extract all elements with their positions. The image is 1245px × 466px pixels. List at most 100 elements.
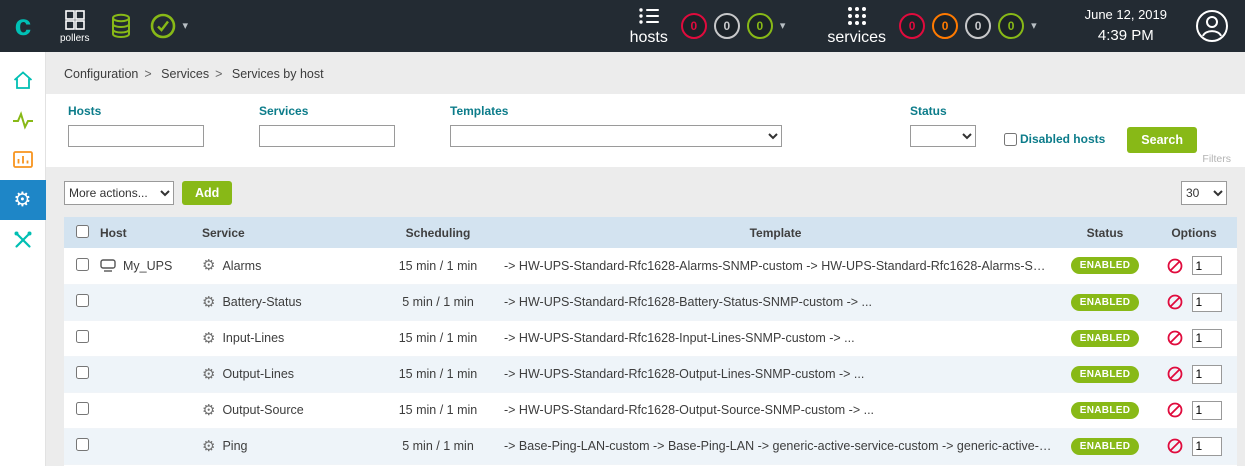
scheduling-value: 15 min / 1 min xyxy=(384,392,492,428)
service-name[interactable]: Input-Lines xyxy=(222,331,284,345)
duplicate-count-input[interactable] xyxy=(1192,256,1222,275)
service-status-badge[interactable]: 0 xyxy=(965,13,991,39)
sidebar-item-monitoring[interactable] xyxy=(0,100,46,140)
services-menu[interactable]: services xyxy=(827,5,886,47)
status-badge: ENABLED xyxy=(1071,366,1139,383)
service-name[interactable]: Battery-Status xyxy=(222,295,301,309)
duplicate-count-input[interactable] xyxy=(1192,329,1222,348)
disable-service-icon[interactable] xyxy=(1167,438,1183,454)
template-chain: -> HW-UPS-Standard-Rfc1628-Battery-Statu… xyxy=(492,284,1059,320)
disable-service-icon[interactable] xyxy=(1167,330,1183,346)
services-filter-label: Services xyxy=(259,104,395,118)
service-name[interactable]: Alarms xyxy=(222,259,261,273)
duplicate-count-input[interactable] xyxy=(1192,401,1222,420)
breadcrumb-separator: > xyxy=(144,67,151,81)
disable-service-icon[interactable] xyxy=(1167,402,1183,418)
row-checkbox[interactable] xyxy=(76,258,89,271)
service-status-badge[interactable]: 0 xyxy=(932,13,958,39)
hosts-filter-input[interactable] xyxy=(68,125,204,147)
sidebar-item-configuration[interactable]: ⚙ xyxy=(0,180,46,220)
services-label: services xyxy=(827,29,886,47)
hosts-filter-label: Hosts xyxy=(68,104,204,118)
scheduling-value: 5 min / 1 min xyxy=(384,284,492,320)
host-status-badge[interactable]: 0 xyxy=(681,13,707,39)
services-table-panel: Host Service Scheduling Template Status … xyxy=(64,217,1237,466)
templates-filter-label: Templates xyxy=(450,104,782,118)
sidebar-item-home[interactable] xyxy=(0,60,46,100)
chevron-down-icon[interactable]: ▾ xyxy=(780,21,786,32)
hosts-menu[interactable]: hosts xyxy=(630,5,668,47)
service-status-badge[interactable]: 0 xyxy=(899,13,925,39)
page-size-select[interactable]: 30 xyxy=(1181,181,1227,205)
sidebar-item-reporting[interactable] xyxy=(0,140,46,180)
duplicate-count-input[interactable] xyxy=(1192,365,1222,384)
hosts-filter-group: Hosts xyxy=(68,104,204,147)
disabled-hosts-checkbox[interactable] xyxy=(1004,133,1017,146)
host-status-badge[interactable]: 0 xyxy=(747,13,773,39)
row-checkbox[interactable] xyxy=(76,438,89,451)
service-gear-icon: ⚙ xyxy=(202,403,215,418)
services-filter-group: Services xyxy=(259,104,395,147)
status-badge: ENABLED xyxy=(1071,257,1139,274)
services-icon xyxy=(845,5,869,27)
duplicate-count-input[interactable] xyxy=(1192,437,1222,456)
host-status-badge[interactable]: 0 xyxy=(714,13,740,39)
service-name[interactable]: Ping xyxy=(222,439,247,453)
column-header-options: Options xyxy=(1151,217,1237,248)
hosts-status-group: hosts 0 0 0 ▾ xyxy=(630,5,786,47)
select-all-checkbox[interactable] xyxy=(76,225,89,238)
filters-link[interactable]: Filters xyxy=(1202,153,1231,165)
database-status[interactable] xyxy=(109,13,133,39)
status-badge: ENABLED xyxy=(1071,330,1139,347)
template-chain: -> HW-UPS-Standard-Rfc1628-Output-Lines-… xyxy=(492,356,1059,392)
service-gear-icon: ⚙ xyxy=(202,367,215,382)
service-gear-icon: ⚙ xyxy=(202,258,215,273)
breadcrumb-separator: > xyxy=(215,67,222,81)
add-button[interactable]: Add xyxy=(182,181,232,205)
row-checkbox[interactable] xyxy=(76,330,89,343)
centreon-logo[interactable]: c xyxy=(0,11,46,41)
chevron-down-icon[interactable]: ▾ xyxy=(182,21,188,32)
tools-icon xyxy=(12,229,34,251)
templates-filter-group: Templates xyxy=(450,104,782,147)
row-checkbox[interactable] xyxy=(76,366,89,379)
gear-icon: ⚙ xyxy=(14,190,32,210)
disable-service-icon[interactable] xyxy=(1167,258,1183,274)
more-actions-select[interactable]: More actions... xyxy=(64,181,174,205)
home-icon xyxy=(12,69,34,91)
poller-status-menu[interactable]: ▾ xyxy=(149,12,188,40)
disable-service-icon[interactable] xyxy=(1167,366,1183,382)
service-name[interactable]: Output-Source xyxy=(222,403,303,417)
breadcrumb-item[interactable]: Configuration xyxy=(64,67,138,81)
breadcrumb-item[interactable]: Services xyxy=(161,67,209,81)
search-button[interactable]: Search xyxy=(1127,127,1197,153)
chevron-down-icon[interactable]: ▾ xyxy=(1031,21,1037,32)
status-filter-group: Status xyxy=(910,104,976,147)
services-filter-input[interactable] xyxy=(259,125,395,147)
host-name[interactable]: My_UPS xyxy=(123,259,172,273)
disable-service-icon[interactable] xyxy=(1167,294,1183,310)
row-checkbox[interactable] xyxy=(76,294,89,307)
service-name[interactable]: Output-Lines xyxy=(222,367,294,381)
top-bar: c pollers ▾ xyxy=(0,0,1245,52)
disabled-hosts-label: Disabled hosts xyxy=(1020,132,1105,146)
column-header-scheduling: Scheduling xyxy=(384,217,492,248)
table-row: ⚙ Output-Source 15 min / 1 min -> HW-UPS… xyxy=(64,392,1237,428)
status-filter-label: Status xyxy=(910,104,976,118)
disabled-hosts-toggle[interactable]: Disabled hosts xyxy=(1004,132,1105,146)
hosts-icon xyxy=(637,5,661,27)
duplicate-count-input[interactable] xyxy=(1192,293,1222,312)
user-profile-button[interactable] xyxy=(1195,9,1229,43)
breadcrumb-item-wrap: Services > xyxy=(161,67,228,81)
row-checkbox[interactable] xyxy=(76,402,89,415)
column-header-status: Status xyxy=(1059,217,1151,248)
templates-filter-select[interactable] xyxy=(450,125,782,147)
breadcrumb-item[interactable]: Services by host xyxy=(232,67,324,81)
status-badge: ENABLED xyxy=(1071,294,1139,311)
pollers-menu[interactable]: pollers xyxy=(60,9,89,44)
sidebar-item-administration[interactable] xyxy=(0,220,46,260)
scheduling-value: 5 min / 1 min xyxy=(384,428,492,464)
status-filter-select[interactable] xyxy=(910,125,976,147)
poller-status-ok-icon xyxy=(149,12,177,40)
service-status-badge[interactable]: 0 xyxy=(998,13,1024,39)
